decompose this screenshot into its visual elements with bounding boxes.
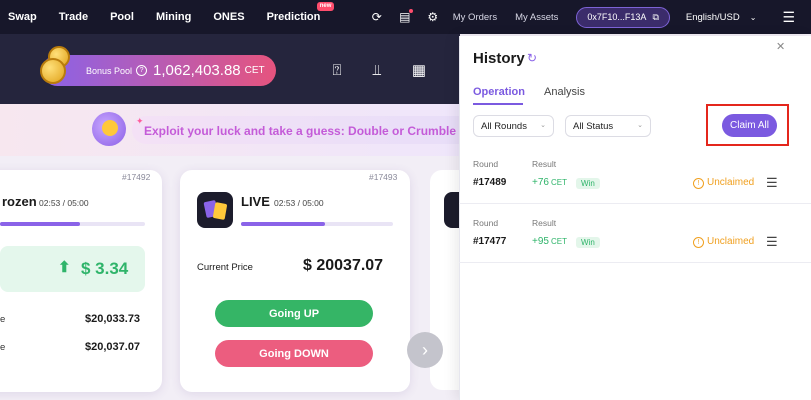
help-icon[interactable]: ? — [136, 65, 148, 76]
nav-link-swap[interactable]: Swap — [8, 11, 37, 23]
unclaimed-status: ! Unclaimed — [693, 236, 754, 248]
active-tab-indicator — [473, 103, 523, 105]
round-status: LIVE — [241, 194, 270, 209]
guess-banner-text: Exploit your luck and take a guess: Doub… — [144, 124, 457, 138]
chevron-right-icon[interactable]: › — [407, 332, 443, 368]
divider — [459, 262, 811, 263]
current-price-value: $ 20037.07 — [303, 257, 384, 274]
history-result-value: +95 — [532, 236, 549, 247]
current-price-label: Current Price — [197, 262, 253, 273]
history-round: #17489 — [473, 177, 507, 188]
history-result: +76 CET — [532, 177, 567, 188]
history-result-value: +76 — [532, 177, 549, 188]
chevron-down-icon[interactable]: ⌄ — [750, 13, 757, 22]
sparkle-icon: ✦ — [136, 116, 144, 126]
menu-icon[interactable]: ☰ — [782, 9, 795, 26]
win-badge: Win — [576, 178, 600, 189]
closed-price-value: $20,037.07 — [85, 341, 141, 353]
round-time: 02:53 / 05:00 — [274, 198, 324, 208]
my-orders-link[interactable]: My Orders — [453, 12, 497, 23]
status-filter-value: All Status — [573, 120, 614, 132]
guess-logo-icon — [92, 112, 126, 146]
my-assets-link[interactable]: My Assets — [515, 12, 558, 23]
bonus-pool-currency: CET — [244, 65, 265, 76]
round-progress-fill — [241, 222, 325, 226]
coins-icon — [36, 44, 78, 88]
wallet-button[interactable]: 0x7F10...F13A ⧉ — [576, 6, 670, 28]
tab-analysis[interactable]: Analysis — [544, 86, 585, 98]
going-down-button[interactable]: Going DOWN — [215, 340, 373, 367]
top-nav: Swap Trade Pool Mining ONES Prediction n… — [0, 0, 811, 34]
nav-link-ones[interactable]: ONES — [213, 11, 244, 23]
round-progress-fill — [0, 222, 80, 226]
round-status: rozen — [2, 194, 37, 209]
claim-all-button[interactable]: Claim All — [722, 114, 777, 137]
tab-operation[interactable]: Operation — [473, 86, 525, 98]
status-filter-select[interactable]: All Status ⌄ — [565, 115, 651, 137]
bonus-pool-amount: 1,062,403.88 — [153, 62, 241, 79]
sync-icon[interactable]: ⟳ — [369, 9, 385, 25]
round-filter-value: All Rounds — [481, 120, 527, 132]
locked-price-label: e — [0, 314, 6, 325]
wallet-address: 0x7F10...F13A — [587, 12, 647, 22]
unclaimed-status: ! Unclaimed — [693, 177, 754, 189]
cards-logo-icon — [197, 192, 233, 228]
round-column-label: Round — [473, 159, 499, 169]
new-badge: new — [316, 2, 335, 11]
bonus-pool-label: Bonus Pool — [86, 65, 133, 76]
notification-icon[interactable]: ▤ — [397, 9, 413, 25]
info-icon: ! — [693, 237, 704, 248]
external-link-icon: ⧉ — [652, 11, 659, 22]
info-icon: ! — [693, 178, 704, 189]
result-column-label: Result — [532, 218, 557, 228]
nav-link-prediction[interactable]: Prediction new — [266, 2, 335, 23]
round-number: #17492 — [122, 172, 151, 182]
nav-right: ⟳ ▤ ⚙ My Orders My Assets 0x7F10...F13A … — [369, 0, 811, 34]
going-up-button[interactable]: Going UP — [215, 300, 373, 327]
history-icon[interactable]: ▦ — [409, 60, 429, 80]
history-result-currency: CET — [550, 178, 567, 187]
round-progress — [0, 222, 145, 226]
history-title: History — [473, 50, 525, 67]
history-round: #17477 — [473, 236, 507, 247]
round-time: 02:53 / 05:00 — [39, 198, 89, 208]
language-selector[interactable]: English/USD — [686, 12, 740, 23]
history-result: +95 CET — [532, 236, 567, 247]
round-filter-select[interactable]: All Rounds ⌄ — [473, 115, 554, 137]
nav-link-trade[interactable]: Trade — [59, 11, 88, 23]
settings-icon[interactable]: ⚙ — [425, 9, 441, 25]
win-badge: Win — [576, 237, 600, 248]
leaderboard-icon[interactable]: ⫫ — [367, 60, 387, 80]
rules-icon[interactable]: ⍰ — [327, 60, 347, 80]
unclaimed-status-text: Unclaimed — [707, 236, 755, 247]
price-change: $ 3.34 — [81, 259, 129, 278]
nav-link-pool[interactable]: Pool — [110, 11, 134, 23]
locked-price-value: $20,033.73 — [85, 313, 141, 325]
chevron-down-icon: ⌄ — [637, 122, 643, 129]
divider — [459, 203, 811, 204]
round-number: #17493 — [369, 172, 398, 182]
nav-link-prediction-label: Prediction — [266, 11, 321, 23]
close-icon[interactable]: ✕ — [776, 40, 785, 53]
history-result-currency: CET — [550, 237, 567, 246]
round-progress — [241, 222, 393, 226]
nav-link-mining[interactable]: Mining — [156, 11, 191, 23]
menu-icon[interactable]: ☰ — [766, 234, 778, 250]
result-column-label: Result — [532, 159, 557, 169]
refresh-icon[interactable]: ↻ — [527, 51, 537, 65]
round-column-label: Round — [473, 218, 499, 228]
chevron-down-icon: ⌄ — [540, 122, 546, 129]
arrow-up-icon: ⬆ — [58, 259, 71, 276]
menu-icon[interactable]: ☰ — [766, 175, 778, 191]
unclaimed-status-text: Unclaimed — [707, 177, 755, 188]
nav-links: Swap Trade Pool Mining ONES Prediction n… — [0, 0, 342, 34]
closed-price-label: e — [0, 342, 6, 353]
